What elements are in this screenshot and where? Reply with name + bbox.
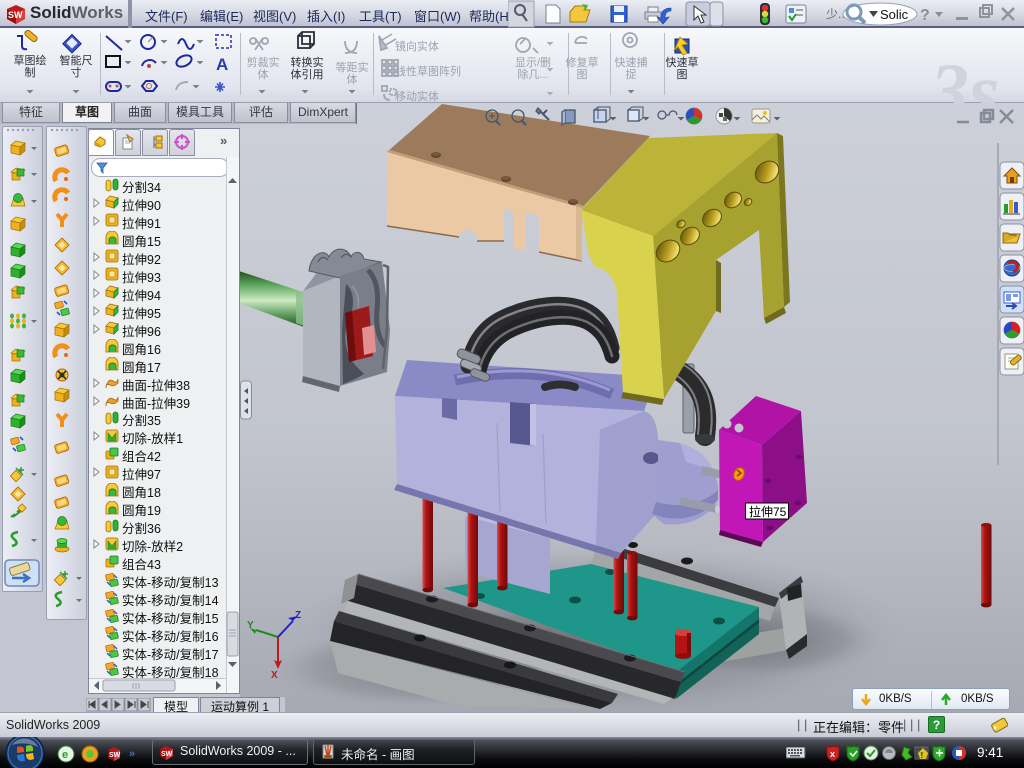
svg-text:SW: SW — [161, 751, 173, 758]
svg-text:»: » — [129, 748, 135, 760]
svg-text:拉伸75: 拉伸75 — [749, 504, 787, 519]
svg-text:Y: Y — [247, 620, 254, 631]
svg-text:少..: 少.. — [826, 7, 845, 21]
svg-text:SW: SW — [109, 752, 121, 759]
svg-text:e: e — [62, 749, 68, 761]
svg-text:Z: Z — [295, 610, 301, 621]
svg-text:?: ? — [920, 7, 930, 24]
svg-text:x: x — [830, 749, 835, 759]
svg-text:X: X — [271, 670, 278, 681]
svg-text:SW: SW — [8, 10, 23, 20]
svg-text:!: ! — [921, 751, 924, 760]
svg-text:Solic: Solic — [880, 7, 909, 22]
